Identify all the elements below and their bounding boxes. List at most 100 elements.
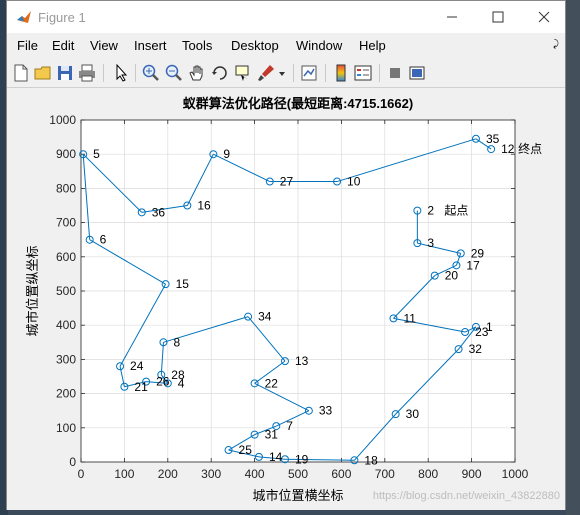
city-label: 18 <box>364 453 378 467</box>
menu-help[interactable]: Help <box>359 38 386 53</box>
x-tick-label: 300 <box>201 467 221 481</box>
chart-title: 蚁群算法优化路径(最短距离:4715.1662) <box>183 96 413 111</box>
open-file-icon[interactable] <box>33 63 53 83</box>
maximize-button[interactable] <box>475 1 521 33</box>
show-plot-tools-icon[interactable] <box>407 63 427 83</box>
select-arrow-icon[interactable] <box>111 63 131 83</box>
brush-dropdown-icon[interactable] <box>277 63 287 83</box>
x-axis-label: 城市位置横坐标 <box>252 488 343 503</box>
close-button[interactable] <box>521 1 567 33</box>
print-icon[interactable] <box>77 63 97 83</box>
menu-desktop[interactable]: Desktop <box>231 38 279 53</box>
city-label: 34 <box>258 310 272 324</box>
city-label: 14 <box>269 450 283 464</box>
zoom-in-icon[interactable] <box>141 63 161 83</box>
minimize-icon <box>447 16 457 18</box>
city-label: 22 <box>265 376 279 390</box>
y-tick-label: 1000 <box>49 113 76 127</box>
city-label: 24 <box>130 359 144 373</box>
city-label: 30 <box>406 407 420 421</box>
city-label: 2 <box>427 204 434 218</box>
colorbar-icon[interactable] <box>331 63 351 83</box>
legend-icon[interactable] <box>353 63 373 83</box>
city-label: 23 <box>475 325 489 339</box>
menu-edit[interactable]: Edit <box>52 38 74 53</box>
x-tick-label: 700 <box>375 467 395 481</box>
route-chart[interactable]: 蚁群算法优化路径(最短距离:4715.1662) 0 100 200 300 400 50… <box>7 88 565 510</box>
x-tick-label: 200 <box>158 467 178 481</box>
matlab-logo-icon <box>17 11 31 23</box>
watermark-text: https://blog.csdn.net/weixin_43822880 <box>373 490 560 502</box>
toolbar-separator <box>103 64 104 82</box>
y-tick-label: 0 <box>69 455 76 469</box>
menu-tools[interactable]: Tools <box>182 38 212 53</box>
x-tick-label: 900 <box>462 467 482 481</box>
city-label: 16 <box>197 199 211 213</box>
y-axis-label: 城市位置纵坐标 <box>25 245 40 336</box>
x-tick-label: 1000 <box>502 467 529 481</box>
menu-insert[interactable]: Insert <box>134 38 167 53</box>
y-tick-label: 200 <box>56 387 76 401</box>
city-label: 31 <box>265 428 279 442</box>
end-label: 终点 <box>518 141 542 156</box>
city-label: 7 <box>286 419 293 433</box>
brush-icon[interactable] <box>256 63 276 83</box>
hide-plot-tools-icon[interactable] <box>385 63 405 83</box>
zoom-out-icon[interactable] <box>164 63 184 83</box>
city-label: 36 <box>152 205 166 219</box>
city-label: 12 <box>501 142 515 156</box>
city-label: 32 <box>469 342 483 356</box>
maximize-icon <box>492 11 504 23</box>
x-tick-label: 100 <box>114 467 134 481</box>
save-icon[interactable] <box>55 63 75 83</box>
y-tick-label: 300 <box>56 352 76 366</box>
menu-dock-arrow-icon[interactable]: ⤸ <box>553 39 559 50</box>
new-figure-icon[interactable] <box>11 63 31 83</box>
city-label: 29 <box>471 246 485 260</box>
city-label: 10 <box>347 175 361 189</box>
y-tick-label: 900 <box>56 147 76 161</box>
pan-hand-icon[interactable] <box>187 63 207 83</box>
city-label: 27 <box>280 175 294 189</box>
figure-window: Figure 1 File Edit View Insert Tools Des… <box>6 0 566 510</box>
x-tick-label: 400 <box>245 467 265 481</box>
city-label: 35 <box>486 132 500 146</box>
rotate-3d-icon[interactable] <box>210 63 230 83</box>
city-label: 3 <box>427 236 434 250</box>
toolbar-separator <box>135 64 136 82</box>
y-tick-label: 100 <box>56 421 76 435</box>
city-label: 28 <box>171 368 185 382</box>
y-tick-label: 400 <box>56 318 76 332</box>
city-label: 25 <box>239 443 253 457</box>
menu-view[interactable]: View <box>90 38 118 53</box>
desktop-background-right <box>566 0 580 515</box>
city-label: 26 <box>156 375 170 389</box>
city-label: 15 <box>176 277 190 291</box>
city-label: 20 <box>445 269 459 283</box>
city-label: 11 <box>403 311 416 325</box>
y-tick-label: 700 <box>56 216 76 230</box>
start-label: 起点 <box>444 204 468 218</box>
minimize-button[interactable] <box>429 1 475 33</box>
x-tick-label: 600 <box>331 467 351 481</box>
x-tick-label: 500 <box>288 467 308 481</box>
menu-window[interactable]: Window <box>296 38 342 53</box>
city-label: 33 <box>319 404 333 418</box>
y-tick-label: 600 <box>56 250 76 264</box>
menu-file[interactable]: File <box>17 38 38 53</box>
city-label: 21 <box>134 380 148 394</box>
city-label: 5 <box>93 147 100 161</box>
title-bar[interactable]: Figure 1 <box>7 1 565 33</box>
toolbar-separator <box>379 64 380 82</box>
city-label: 13 <box>295 354 309 368</box>
y-tick-label: 500 <box>56 284 76 298</box>
city-label: 17 <box>466 258 480 272</box>
city-label: 9 <box>223 147 230 161</box>
data-cursor-icon[interactable] <box>233 63 253 83</box>
link-plot-icon[interactable] <box>299 63 319 83</box>
y-tick-label: 800 <box>56 181 76 195</box>
x-tick-label: 800 <box>418 467 438 481</box>
city-label: 8 <box>173 335 180 349</box>
menu-bar: File Edit View Insert Tools Desktop Wind… <box>7 35 565 57</box>
x-tick-label: 0 <box>78 467 85 481</box>
